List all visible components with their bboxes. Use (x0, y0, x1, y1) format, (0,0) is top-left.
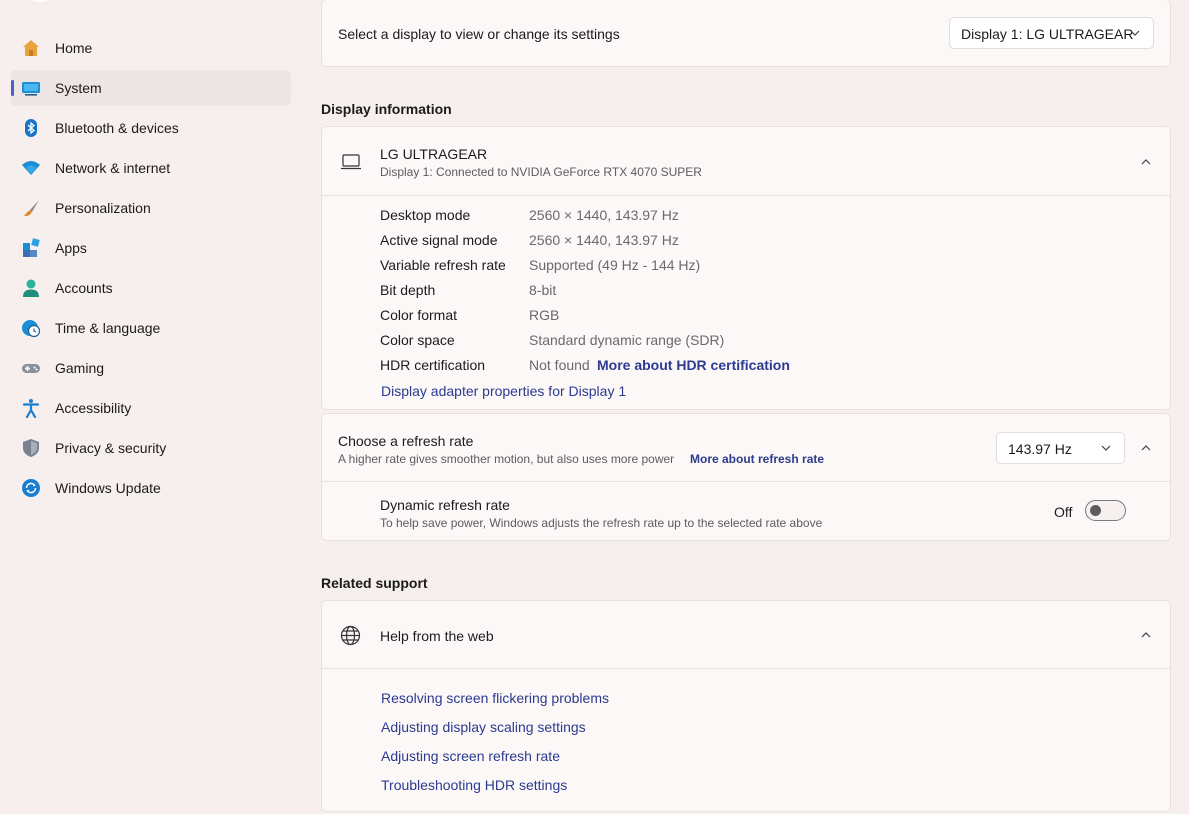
gamepad-icon (22, 364, 40, 373)
info-value-color-format: RGB (529, 307, 560, 323)
display-select-dropdown[interactable]: Display 1: LG ULTRAGEAR (949, 17, 1154, 49)
sidebar-item-label: Privacy & security (55, 440, 167, 456)
sidebar-item-privacy[interactable]: Privacy & security (11, 430, 291, 466)
info-label-hdr: HDR certification (380, 357, 486, 373)
update-icon (22, 479, 40, 497)
related-support-title: Related support (321, 575, 428, 591)
sidebar-item-label: Time & language (55, 320, 161, 336)
sidebar-item-home[interactable]: Home (11, 30, 291, 66)
display-info-header[interactable]: LG ULTRAGEAR Display 1: Connected to NVI… (322, 127, 1170, 196)
sidebar-item-label: Accessibility (55, 400, 132, 416)
sidebar: Home System Bluetooth & devices Network … (0, 0, 300, 814)
dynamic-refresh-toggle[interactable] (1085, 500, 1126, 521)
select-display-label: Select a display to view or change its s… (338, 26, 620, 42)
system-icon (22, 82, 40, 96)
toggle-knob (1090, 505, 1101, 516)
help-web-title: Help from the web (380, 628, 494, 644)
info-value-bit-depth: 8-bit (529, 282, 557, 298)
globe-clock-icon (22, 320, 41, 338)
display-adapter-link[interactable]: Display adapter properties for Display 1 (381, 383, 626, 399)
apps-icon (23, 238, 40, 257)
info-value-active-signal: 2560 × 1440, 143.97 Hz (529, 232, 679, 248)
info-value-color-space: Standard dynamic range (SDR) (529, 332, 725, 348)
refresh-rate-dropdown[interactable]: 143.97 Hz (996, 432, 1125, 464)
wifi-icon (22, 161, 40, 175)
refresh-rate-value: 143.97 Hz (1008, 441, 1072, 457)
sidebar-item-windows-update[interactable]: Windows Update (11, 470, 291, 506)
chevron-up-icon[interactable] (1140, 158, 1152, 166)
avatar[interactable] (22, 0, 58, 2)
shield-icon (23, 439, 39, 457)
hdr-certification-link[interactable]: More about HDR certification (597, 357, 790, 373)
support-link-hdr[interactable]: Troubleshooting HDR settings (381, 777, 567, 793)
sidebar-item-label: Gaming (55, 360, 105, 376)
chevron-up-icon[interactable] (1140, 631, 1152, 639)
sidebar-item-system[interactable]: System (11, 70, 291, 106)
sidebar-item-label: Apps (55, 240, 87, 256)
sidebar-item-label: Windows Update (55, 480, 161, 496)
sidebar-item-bluetooth[interactable]: Bluetooth & devices (11, 110, 291, 146)
paintbrush-icon (24, 200, 39, 217)
chevron-up-icon[interactable] (1140, 444, 1152, 452)
display-info-title: Display information (321, 101, 452, 117)
sidebar-item-label: Network & internet (55, 160, 171, 176)
support-link-scaling[interactable]: Adjusting display scaling settings (381, 719, 586, 735)
refresh-rate-link[interactable]: More about refresh rate (690, 452, 824, 466)
sidebar-item-network[interactable]: Network & internet (11, 150, 291, 186)
sidebar-item-accessibility[interactable]: Accessibility (11, 390, 291, 426)
support-link-refresh-rate[interactable]: Adjusting screen refresh rate (381, 748, 560, 764)
dynamic-refresh-state-label: Off (1054, 504, 1073, 520)
info-label-active-signal: Active signal mode (380, 232, 498, 248)
sidebar-item-label: System (55, 80, 102, 96)
info-label-desktop-mode: Desktop mode (380, 207, 471, 223)
sidebar-item-accounts[interactable]: Accounts (11, 270, 291, 306)
info-label-color-space: Color space (380, 332, 455, 348)
dynamic-refresh-title: Dynamic refresh rate (380, 497, 510, 513)
info-label-vrr: Variable refresh rate (380, 257, 506, 273)
sidebar-item-label: Home (55, 40, 93, 56)
sidebar-item-label: Bluetooth & devices (55, 120, 179, 136)
sidebar-item-personalization[interactable]: Personalization (11, 190, 291, 226)
display-select-value: Display 1: LG ULTRAGEAR (961, 26, 1134, 42)
info-value-desktop-mode: 2560 × 1440, 143.97 Hz (529, 207, 679, 223)
sidebar-item-apps[interactable]: Apps (11, 230, 291, 266)
sidebar-item-gaming[interactable]: Gaming (11, 350, 291, 386)
help-web-header[interactable]: Help from the web (322, 601, 1170, 669)
globe-icon (340, 625, 361, 646)
info-label-color-format: Color format (380, 307, 458, 323)
sidebar-item-label: Accounts (55, 280, 113, 296)
accessibility-icon (22, 399, 40, 418)
info-label-bit-depth: Bit depth (380, 282, 436, 298)
bluetooth-icon (25, 119, 37, 137)
dynamic-refresh-description: To help save power, Windows adjusts the … (380, 516, 823, 530)
info-value-hdr: Not found (529, 357, 590, 373)
laptop-icon (341, 154, 361, 170)
sidebar-item-label: Personalization (55, 200, 151, 216)
home-icon (23, 40, 39, 56)
chevron-down-icon (1101, 445, 1111, 451)
chevron-down-icon (1130, 30, 1140, 36)
support-link-flickering[interactable]: Resolving screen flickering problems (381, 690, 609, 706)
sidebar-item-time-language[interactable]: Time & language (11, 310, 291, 346)
monitor-subtitle: Display 1: Connected to NVIDIA GeForce R… (380, 165, 702, 179)
info-value-vrr: Supported (49 Hz - 144 Hz) (529, 257, 701, 273)
refresh-rate-title: Choose a refresh rate (338, 433, 474, 449)
refresh-rate-description: A higher rate gives smoother motion, but… (338, 452, 675, 466)
person-icon (23, 279, 39, 297)
monitor-name: LG ULTRAGEAR (380, 146, 488, 162)
